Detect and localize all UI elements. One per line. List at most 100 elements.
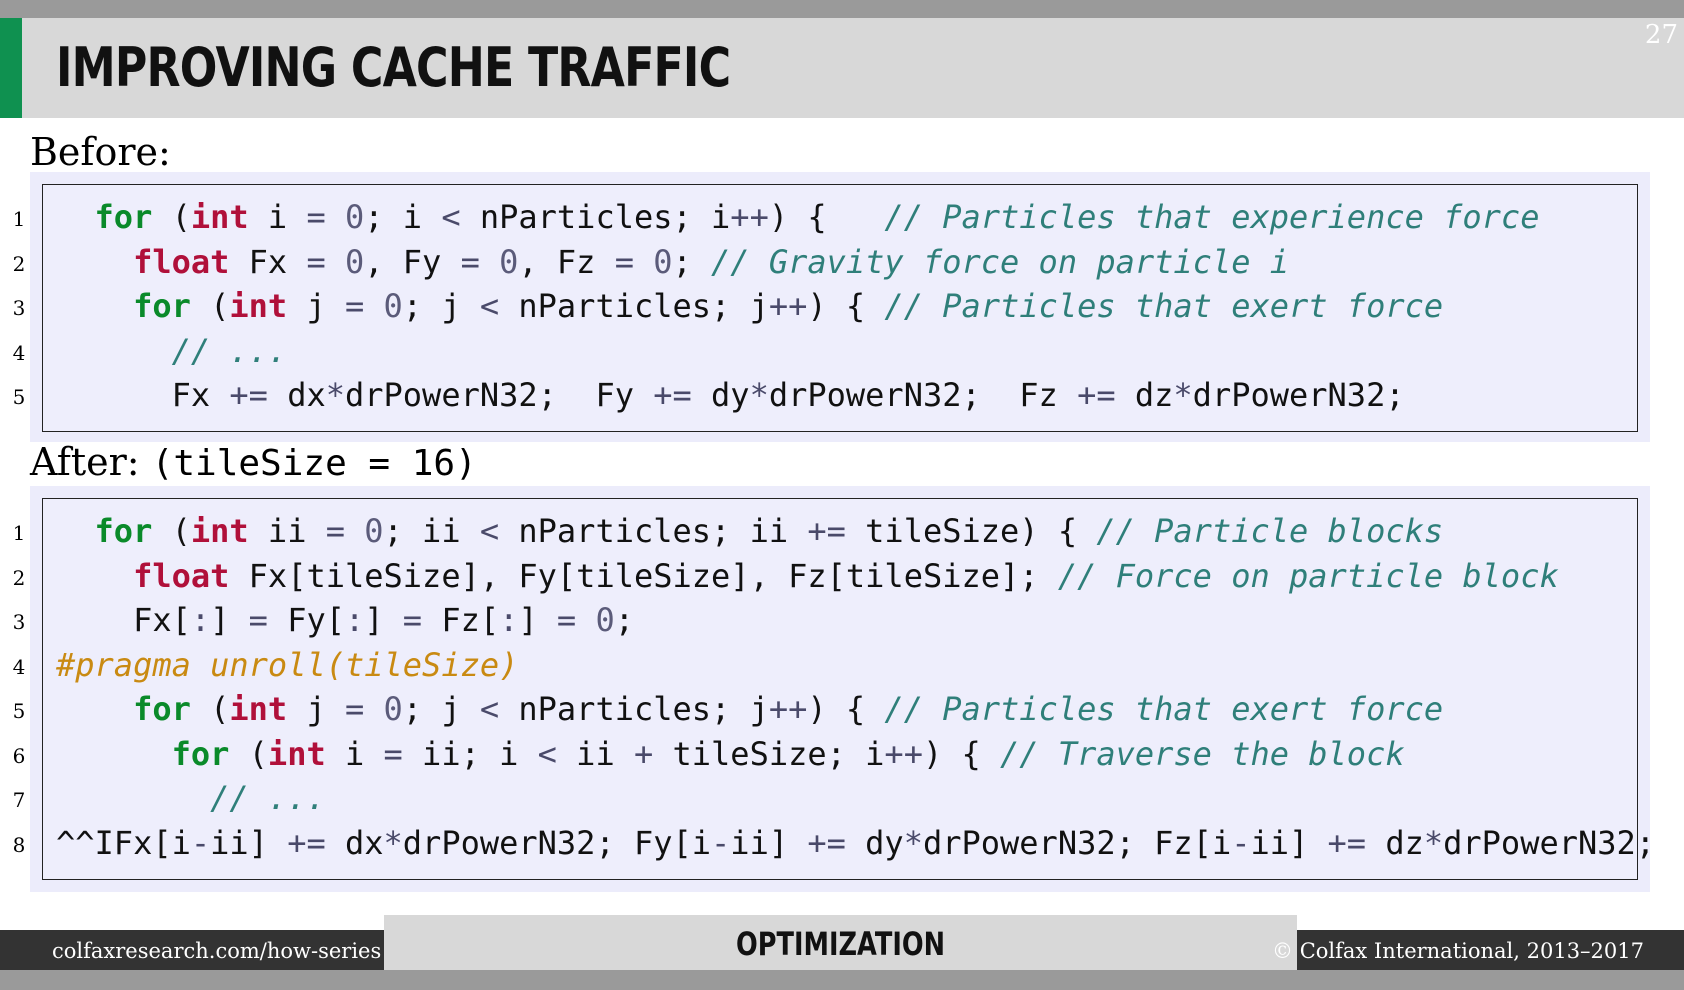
code-token: 0 bbox=[595, 601, 615, 639]
code-token: 0 bbox=[344, 198, 365, 236]
code-line: // ... bbox=[56, 778, 326, 818]
code-token: j bbox=[287, 287, 345, 325]
code-token: dy bbox=[845, 823, 904, 862]
code-token: = bbox=[383, 734, 403, 773]
code-token: += bbox=[653, 376, 692, 414]
code-token: Fx[ bbox=[133, 601, 191, 639]
code-token: nParticles; j bbox=[499, 690, 769, 728]
after-label-text: After: bbox=[30, 440, 140, 484]
code-token: = bbox=[248, 601, 268, 639]
code-token: - bbox=[1231, 823, 1251, 862]
code-token: dx bbox=[325, 823, 384, 862]
line-number: 1 bbox=[12, 207, 26, 231]
footer-bottom-strip bbox=[0, 970, 1684, 990]
code-token: ++ bbox=[768, 287, 808, 325]
code-token: nParticles; j bbox=[499, 287, 769, 325]
code-token: dx bbox=[267, 376, 326, 414]
code-token: ; i bbox=[364, 198, 442, 236]
code-token: i bbox=[325, 734, 384, 773]
code-line: float Fx[tileSize], Fy[tileSize], Fz[til… bbox=[56, 556, 1559, 596]
code-token: ; j bbox=[402, 690, 480, 728]
line-number: 8 bbox=[12, 832, 26, 857]
code-token: drPowerN32; Fy[i bbox=[402, 823, 712, 862]
code-token: // Particles that experience force bbox=[884, 198, 1540, 236]
code-token: ; j bbox=[402, 287, 480, 325]
code-token: : bbox=[190, 601, 211, 639]
code-token: * bbox=[903, 823, 923, 862]
code-line: // ... bbox=[56, 331, 288, 371]
code-token: < bbox=[479, 287, 500, 325]
code-line: for (int ii = 0; ii < nParticles; ii += … bbox=[56, 511, 1444, 551]
code-token: = bbox=[614, 242, 634, 281]
code-token: float bbox=[133, 242, 230, 281]
code-token: ( bbox=[229, 734, 268, 773]
code-token: ) { bbox=[807, 690, 885, 728]
code-token: int bbox=[267, 734, 326, 773]
code-line: for (int i = ii; i < ii + tileSize; i++)… bbox=[56, 734, 1405, 774]
footer-copyright: © Colfax International, 2013–2017 bbox=[1272, 939, 1644, 963]
code-line: for (int i = 0; i < nParticles; i++) { /… bbox=[56, 197, 1540, 237]
code-token: = bbox=[460, 242, 480, 281]
after-label: After: (tileSize = 16) bbox=[30, 440, 477, 484]
code-token: int bbox=[229, 690, 288, 728]
code-token: j bbox=[287, 690, 345, 728]
code-token: ii; i bbox=[402, 734, 538, 773]
code-token: int bbox=[229, 287, 288, 325]
code-token: ii] bbox=[730, 823, 808, 862]
code-token: ( bbox=[190, 690, 230, 728]
code-token: ^^IFx[i bbox=[56, 823, 191, 862]
code-token: // Particle blocks bbox=[1096, 512, 1444, 550]
code-token: - bbox=[711, 823, 731, 862]
code-token: ( bbox=[152, 198, 191, 236]
after-label-code: (tileSize = 16) bbox=[151, 443, 477, 484]
line-number: 4 bbox=[12, 340, 26, 365]
code-token: for bbox=[171, 734, 230, 773]
footer-url-link[interactable]: colfaxresearch.com/how-series bbox=[52, 939, 381, 963]
title-accent-bar bbox=[0, 18, 22, 118]
code-token: ) { bbox=[922, 734, 1001, 773]
code-token: < bbox=[479, 690, 500, 728]
code-token: 0 bbox=[383, 690, 403, 728]
line-number: 3 bbox=[12, 296, 26, 320]
code-token: = bbox=[306, 198, 326, 236]
code-token: dz bbox=[1115, 376, 1174, 414]
code-token: ] bbox=[210, 601, 249, 639]
code-token: drPowerN32; bbox=[1192, 376, 1405, 414]
code-token: < bbox=[537, 734, 557, 773]
code-token: ( bbox=[152, 512, 191, 550]
line-number: 2 bbox=[12, 251, 26, 276]
code-token: ii] bbox=[210, 823, 288, 862]
code-token: // Gravity force on particle i bbox=[711, 242, 1289, 281]
code-token: += bbox=[1327, 823, 1367, 862]
code-token: 0 bbox=[383, 287, 403, 325]
code-token: = bbox=[344, 690, 365, 728]
line-number: 6 bbox=[12, 743, 26, 768]
code-token: 0 bbox=[364, 512, 384, 550]
code-token: * bbox=[1423, 823, 1444, 862]
code-token: float bbox=[133, 556, 230, 595]
code-token: // Traverse the block bbox=[1000, 734, 1405, 773]
code-token: Fx bbox=[229, 242, 307, 281]
code-line: for (int j = 0; j < nParticles; j++) { /… bbox=[56, 286, 1443, 326]
footer-section-title: Optimization bbox=[735, 925, 946, 963]
before-label: Before: bbox=[30, 130, 171, 174]
code-token: = bbox=[402, 601, 423, 639]
code-token: = bbox=[344, 287, 365, 325]
code-token: Fy[ bbox=[267, 601, 345, 639]
code-token: drPowerN32; Fz bbox=[768, 376, 1078, 414]
code-token: // Particles that exert force bbox=[884, 690, 1444, 728]
code-token: - bbox=[190, 823, 211, 862]
code-token: , Fz bbox=[518, 242, 615, 281]
code-token: : bbox=[344, 601, 365, 639]
code-token: for bbox=[133, 287, 191, 325]
code-line: for (int j = 0; j < nParticles; j++) { /… bbox=[56, 689, 1443, 729]
